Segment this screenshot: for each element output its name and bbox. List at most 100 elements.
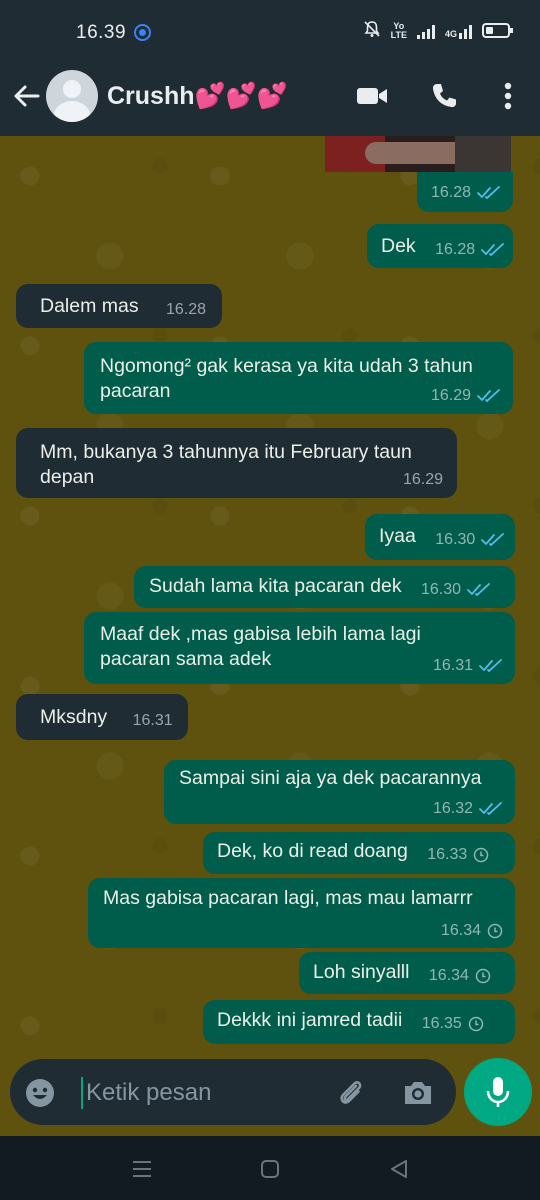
- read-receipt-icon: [477, 186, 501, 200]
- read-receipt-icon: [481, 533, 505, 547]
- contact-name[interactable]: Crushh💕💕💕: [107, 82, 288, 111]
- message-time: 16.30: [421, 581, 462, 598]
- message-text: Dalem mas: [40, 295, 139, 317]
- message-bubble-outgoing[interactable]: Maaf dek ,mas gabisa lebih lama lagi pac…: [84, 612, 515, 684]
- status-time: 16.39: [76, 22, 127, 43]
- back-button[interactable]: [8, 78, 44, 114]
- system-navigation-bar: [0, 1136, 540, 1200]
- recents-icon: [133, 1161, 151, 1177]
- mute-icon: [363, 20, 381, 41]
- chat-area[interactable]: 16.28 Dek 16.28 Dalem mas 16.28 Ngomong²…: [0, 136, 540, 1058]
- message-input[interactable]: [86, 1076, 326, 1110]
- message-bubble-incoming[interactable]: Mm, bukanya 3 tahunnya itu February taun…: [16, 428, 457, 498]
- video-call-icon: [357, 88, 387, 104]
- message-time: 16.31: [432, 657, 473, 674]
- message-meta: 16.34: [429, 967, 491, 985]
- message-meta: 16.34: [441, 922, 503, 940]
- message-meta: 16.28: [431, 184, 501, 202]
- message-time: 16.35: [421, 1015, 462, 1032]
- message-time: 16.30: [435, 531, 476, 548]
- home-icon: [261, 1160, 279, 1178]
- status-icons: Yo LTE 4G: [363, 20, 513, 41]
- message-meta: 16.33: [427, 846, 489, 864]
- status-bar: 16.39 Yo LTE 4G: [0, 0, 540, 64]
- message-time: 16.32: [432, 800, 473, 817]
- text-cursor: [81, 1077, 83, 1109]
- back-arrow-icon: [14, 85, 40, 107]
- message-time: 16.34: [440, 922, 481, 939]
- message-text: Loh sinyalll: [313, 961, 410, 983]
- message-meta: 16.30: [435, 531, 505, 549]
- attach-button[interactable]: [333, 1075, 369, 1111]
- 4g-signal-icon: 4G: [445, 23, 472, 39]
- video-call-button[interactable]: [352, 78, 392, 114]
- more-options-button[interactable]: [488, 78, 528, 114]
- message-time: 16.28: [430, 184, 471, 201]
- message-text: Mm, bukanya 3 tahunnya itu February taun…: [40, 441, 412, 488]
- camera-button[interactable]: [400, 1075, 436, 1111]
- message-meta: 16.30: [421, 581, 491, 599]
- message-bubble-outgoing[interactable]: Iyaa 16.30: [365, 514, 515, 560]
- signal-icon: [416, 23, 435, 39]
- message-bubble-outgoing[interactable]: Sudah lama kita pacaran dek 16.30: [134, 566, 515, 608]
- home-button[interactable]: [255, 1154, 285, 1184]
- pending-clock-icon: [473, 847, 489, 863]
- message-text: Mas gabisa pacaran lagi, mas mau lamarrr: [103, 887, 473, 909]
- camera-icon: [405, 1082, 431, 1104]
- message-meta: 16.32: [433, 800, 503, 818]
- message-composer: [0, 1058, 540, 1136]
- voice-call-button[interactable]: [424, 78, 464, 114]
- message-time: 16.33: [427, 846, 468, 863]
- emoji-icon: [26, 1079, 54, 1107]
- pending-clock-icon: [468, 1016, 484, 1032]
- message-bubble-outgoing[interactable]: Ngomong² gak kerasa ya kita udah 3 tahun…: [84, 342, 513, 414]
- message-bubble-outgoing[interactable]: Dekkk ini jamred tadii 16.35: [203, 1000, 515, 1044]
- voice-message-button[interactable]: [464, 1058, 532, 1126]
- message-time: 16.28: [435, 241, 476, 258]
- attach-icon: [340, 1081, 362, 1104]
- battery-icon: [482, 23, 513, 38]
- read-receipt-icon: [477, 389, 501, 403]
- message-bubble-outgoing[interactable]: Mas gabisa pacaran lagi, mas mau lamarrr…: [88, 878, 515, 948]
- message-time: 16.34: [428, 967, 469, 984]
- message-text: Dek, ko di read doang: [217, 840, 408, 862]
- avatar[interactable]: [46, 70, 98, 122]
- message-input-container[interactable]: [10, 1059, 456, 1125]
- message-meta: 16.28: [166, 301, 206, 319]
- phone-call-icon: [432, 84, 456, 108]
- message-text: Dekkk ini jamred tadii: [217, 1009, 403, 1031]
- read-receipt-icon: [479, 659, 503, 673]
- pending-clock-icon: [487, 923, 503, 939]
- message-bubble-incoming[interactable]: Dalem mas 16.28: [16, 284, 222, 328]
- message-time: 16.28: [166, 301, 207, 318]
- avatar-icon: [63, 80, 81, 98]
- message-bubble-outgoing[interactable]: Dek 16.28: [367, 224, 513, 268]
- more-options-icon: [504, 82, 512, 110]
- message-bubble-outgoing[interactable]: Sampai sini aja ya dek pacarannya 16.32: [164, 760, 515, 824]
- message-bubble-incoming[interactable]: Mksdny 16.31: [16, 694, 188, 740]
- message-text: Sudah lama kita pacaran dek: [149, 575, 402, 597]
- chat-header: Crushh💕💕💕: [0, 64, 540, 136]
- message-time: 16.29: [402, 471, 443, 488]
- message-meta: 16.29: [431, 387, 501, 405]
- back-icon: [391, 1160, 407, 1178]
- system-back-button[interactable]: [384, 1154, 414, 1184]
- emoji-button[interactable]: [24, 1077, 56, 1109]
- recents-button[interactable]: [127, 1154, 157, 1184]
- message-bubble-outgoing[interactable]: 16.28: [417, 172, 513, 212]
- pending-clock-icon: [475, 968, 491, 984]
- message-text: Iyaa: [379, 525, 416, 547]
- message-text: Mksdny: [40, 706, 108, 728]
- message-text: Maaf dek ,mas gabisa lebih lama lagi pac…: [100, 623, 421, 670]
- message-bubble-outgoing[interactable]: Dek, ko di read doang 16.33: [203, 832, 515, 874]
- message-meta: 16.28: [435, 241, 505, 259]
- mic-icon: [486, 1077, 510, 1107]
- message-meta: 16.29: [403, 471, 443, 489]
- app-notification-icon: [134, 24, 151, 41]
- message-text: Sampai sini aja ya dek pacarannya: [179, 767, 482, 789]
- image-message-thumbnail[interactable]: [325, 136, 511, 172]
- message-bubble-outgoing[interactable]: Loh sinyalll 16.34: [299, 952, 515, 994]
- message-text: Dek: [381, 235, 416, 257]
- message-meta: 16.35: [422, 1015, 484, 1033]
- read-receipt-icon: [481, 243, 505, 257]
